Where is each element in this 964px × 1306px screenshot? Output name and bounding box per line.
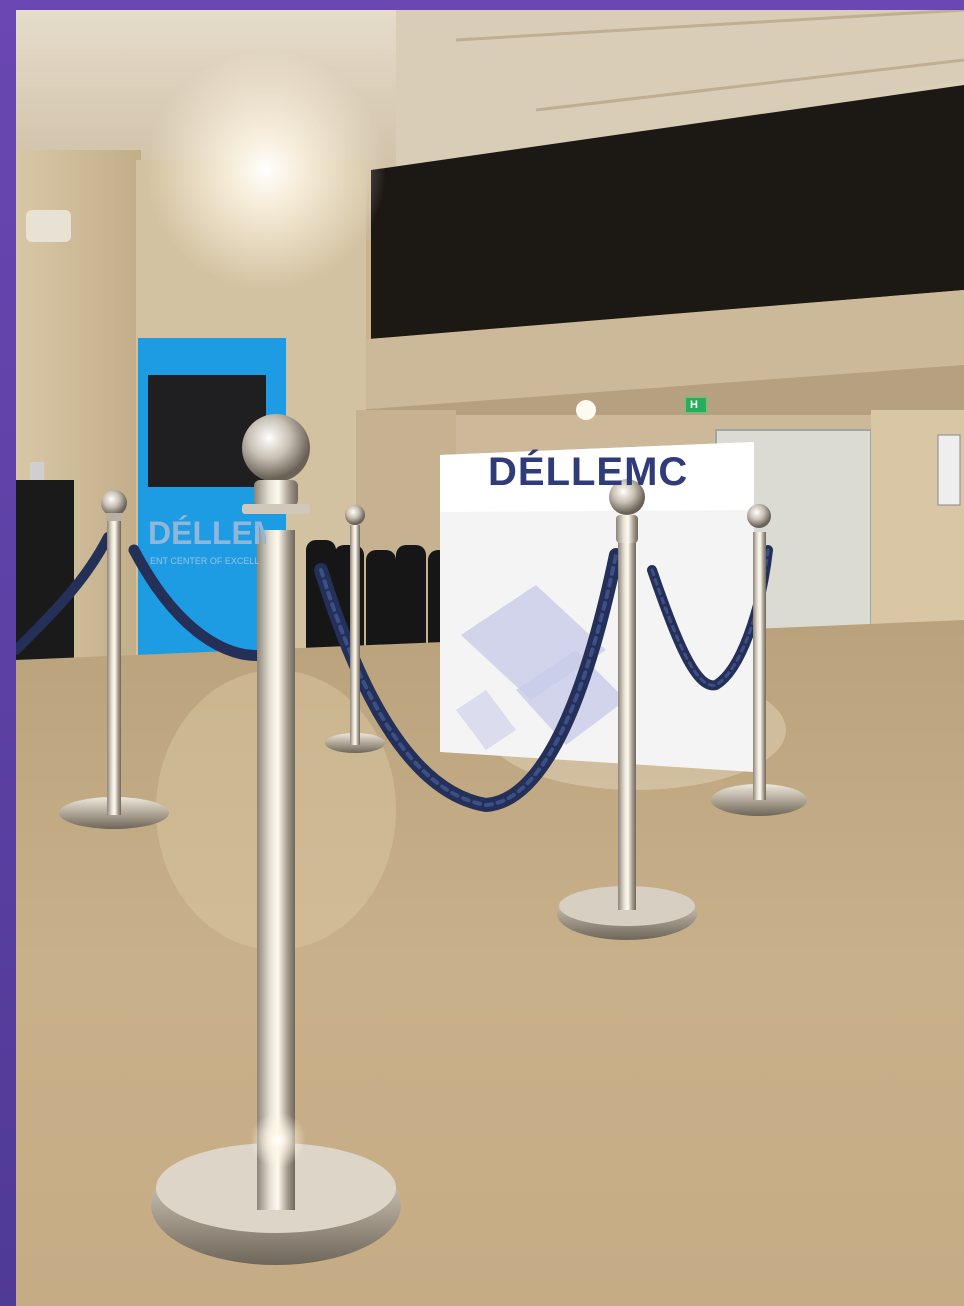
photo-frame: DÉLLEMC DÉLLEM ENT CENTER OF EXCELL H (0, 0, 964, 1306)
desk-logo: DÉLLEMC (488, 450, 689, 494)
banner-logo: DÉLLEM (148, 515, 266, 551)
exit-sign: H (690, 399, 698, 411)
lobby-photo: DÉLLEMC DÉLLEM ENT CENTER OF EXCELL H (16, 10, 964, 1306)
banner-subtitle: ENT CENTER OF EXCELL (150, 556, 260, 566)
scene-illustration (16, 10, 964, 1306)
